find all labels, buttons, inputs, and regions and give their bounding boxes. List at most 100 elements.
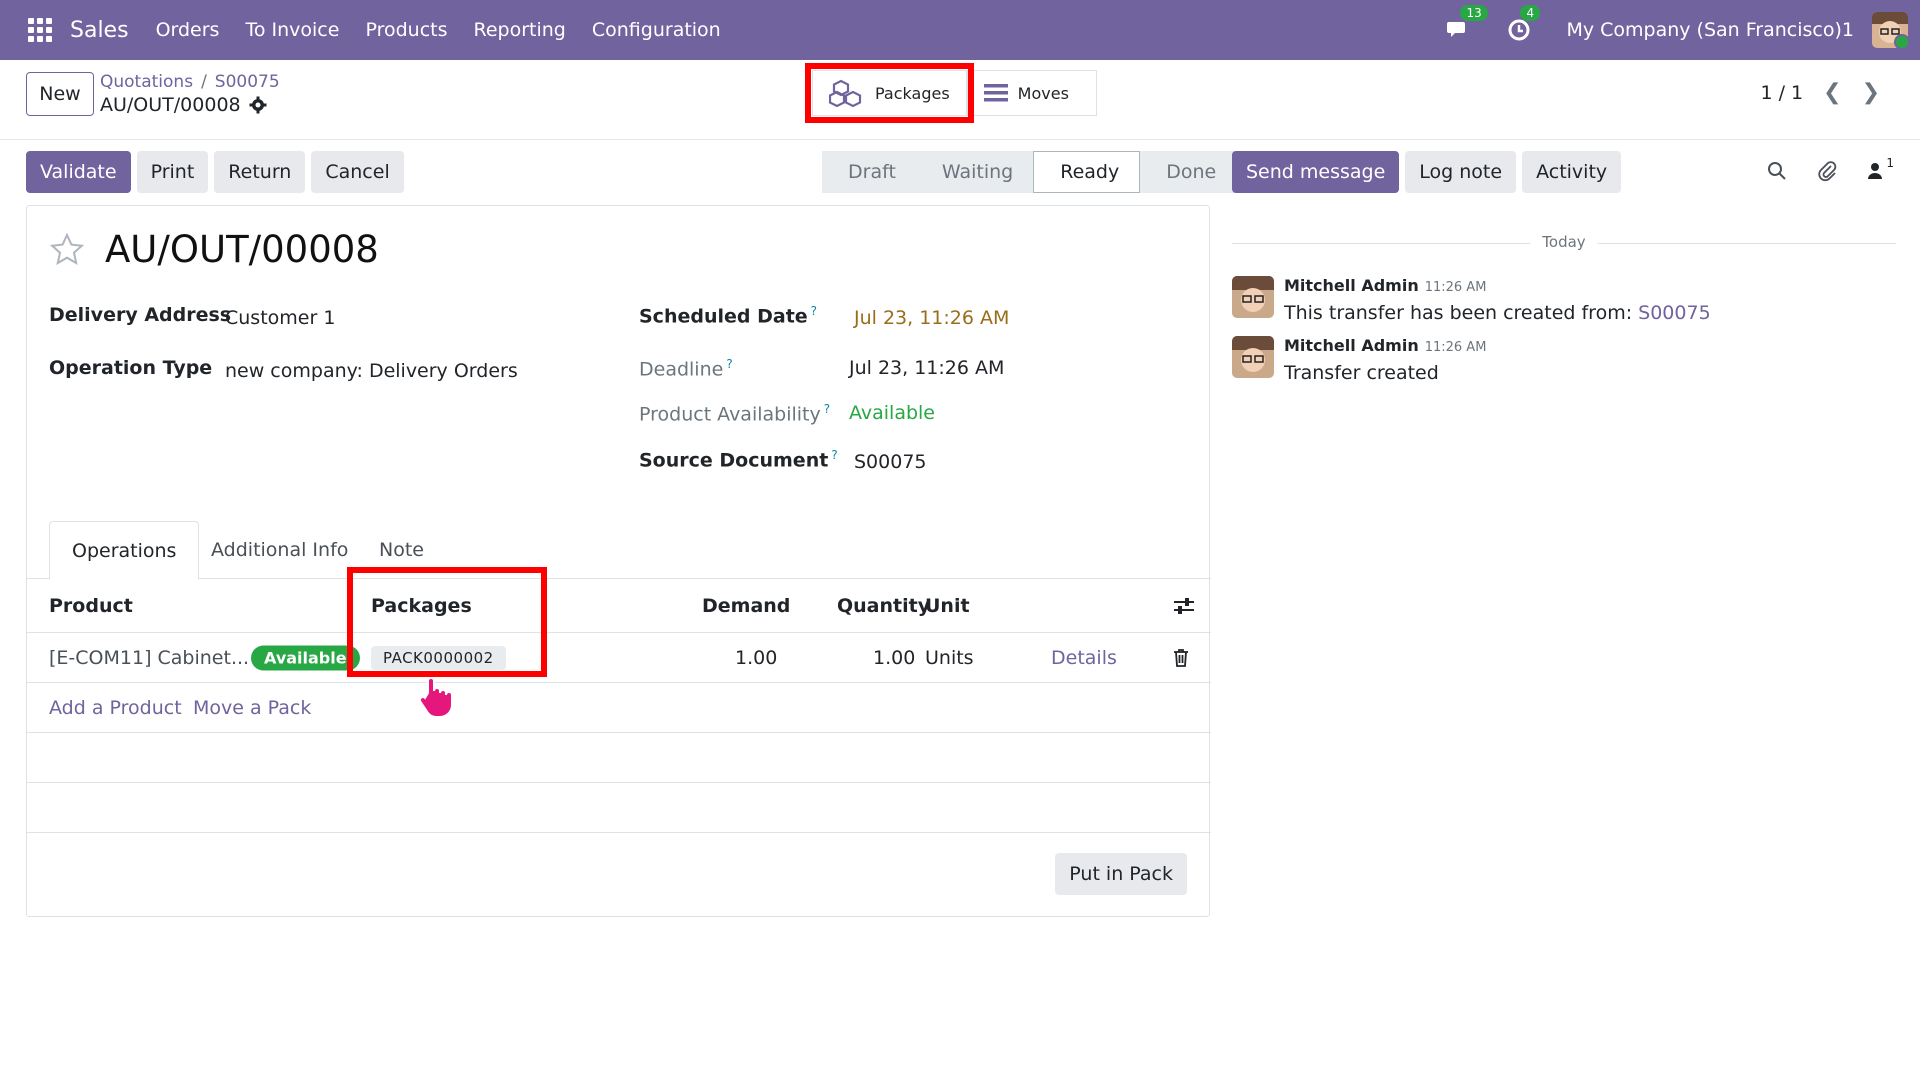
author-avatar[interactable] <box>1232 336 1274 378</box>
list-icon <box>983 84 1008 102</box>
return-button[interactable]: Return <box>214 151 306 193</box>
chatter-topbar-icons: 1 <box>1767 156 1894 182</box>
row-unit: Units <box>925 646 974 669</box>
app-name[interactable]: Sales <box>70 18 129 43</box>
status-bar: Draft Waiting Ready Done <box>822 151 1237 193</box>
chatter-message: Mitchell Admin 11:26 AM Transfer created <box>1232 336 1892 384</box>
breadcrumb-separator: / <box>201 72 207 92</box>
form-sheet: AU/OUT/00008 Delivery Address Customer 1… <box>26 205 1211 917</box>
apps-menu-icon[interactable] <box>28 18 52 42</box>
add-product-link[interactable]: Add a Product <box>49 697 182 719</box>
pager-value[interactable]: 1 / 1 <box>1760 82 1803 104</box>
record-title: AU/OUT/00008 <box>105 228 379 271</box>
company-switcher[interactable]: My Company (San Francisco)1 <box>1566 19 1854 41</box>
pager: 1 / 1 ❮ ❯ <box>1760 80 1880 105</box>
message-text: Transfer created <box>1284 362 1439 384</box>
row-product[interactable]: [E-COM11] Cabinet... <box>49 647 249 669</box>
menu-configuration[interactable]: Configuration <box>579 19 734 41</box>
chatter-message: Mitchell Admin 11:26 AM This transfer has… <box>1232 276 1892 324</box>
user-icon <box>1868 163 1883 179</box>
details-link[interactable]: Details <box>1051 647 1117 669</box>
menu-to-invoice[interactable]: To Invoice <box>232 19 352 41</box>
column-product[interactable]: Product <box>49 595 133 617</box>
moves-smart-button[interactable]: Moves <box>966 70 1097 116</box>
form-action-buttons: Validate Print Return Cancel <box>26 151 404 193</box>
author-face-icon <box>1232 276 1274 312</box>
operations-table-header: Product Packages Demand Quantity Unit <box>27 579 1211 633</box>
delivery-address-label: Delivery Address <box>49 304 232 326</box>
stage-ready[interactable]: Ready <box>1033 151 1141 193</box>
breadcrumb-sale-order[interactable]: S00075 <box>215 72 280 92</box>
notebook-tabs: Operations Additional Info Note <box>27 521 1211 580</box>
empty-table-row <box>27 733 1211 783</box>
packages-column-highlight <box>347 567 547 677</box>
menu-orders[interactable]: Orders <box>143 19 233 41</box>
moves-smart-button-label: Moves <box>1017 83 1069 103</box>
new-button[interactable]: New <box>26 72 94 116</box>
star-icon[interactable] <box>49 232 85 268</box>
smart-buttons: Packages Moves <box>805 63 1097 123</box>
column-demand[interactable]: Demand <box>702 595 790 617</box>
validate-button[interactable]: Validate <box>26 151 131 193</box>
table-row[interactable]: [E-COM11] Cabinet... Available PACK00000… <box>27 633 1211 683</box>
product-availability-value: Available <box>849 402 936 424</box>
delivery-address-value[interactable]: Customer 1 <box>225 307 335 329</box>
author-avatar[interactable] <box>1232 276 1274 318</box>
log-note-button[interactable]: Log note <box>1405 151 1517 193</box>
help-tooltip-icon[interactable]: ? <box>726 357 732 371</box>
control-panel: New Quotations / S00075 AU/OUT/00008 Packa… <box>0 60 1920 140</box>
date-separator-label: Today <box>1530 233 1598 251</box>
product-availability-label-text: Product Availability <box>639 403 821 426</box>
scheduled-date-label: Scheduled Date? <box>639 304 817 327</box>
row-quantity[interactable]: 1.00 <box>873 647 915 669</box>
print-button[interactable]: Print <box>136 151 209 193</box>
tab-additional-info[interactable]: Additional Info <box>189 521 370 579</box>
cancel-button[interactable]: Cancel <box>311 151 404 193</box>
messaging-button[interactable]: 13 <box>1446 5 1488 43</box>
message-time: 11:26 AM <box>1424 340 1487 355</box>
stage-waiting[interactable]: Waiting <box>915 151 1034 193</box>
message-author-name[interactable]: Mitchell Admin <box>1284 336 1419 355</box>
menu-products[interactable]: Products <box>352 19 460 41</box>
column-settings-icon[interactable] <box>1173 596 1195 616</box>
user-avatar[interactable] <box>1872 12 1908 48</box>
message-body: This transfer has been created from: S00… <box>1284 302 1711 324</box>
paperclip-icon[interactable] <box>1817 160 1837 182</box>
put-in-pack-button[interactable]: Put in Pack <box>1055 853 1187 895</box>
gear-icon[interactable] <box>249 96 267 114</box>
message-author: Mitchell Admin 11:26 AM <box>1284 336 1486 355</box>
send-message-button[interactable]: Send message <box>1232 151 1400 193</box>
message-time: 11:26 AM <box>1424 280 1487 295</box>
message-author-name[interactable]: Mitchell Admin <box>1284 276 1419 295</box>
stage-draft[interactable]: Draft <box>822 151 916 193</box>
date-separator: Today <box>1232 233 1896 253</box>
help-tooltip-icon[interactable]: ? <box>831 448 837 462</box>
menu-reporting[interactable]: Reporting <box>461 19 579 41</box>
activities-button[interactable]: 4 <box>1506 5 1541 43</box>
activity-button[interactable]: Activity <box>1522 151 1622 193</box>
stage-done[interactable]: Done <box>1140 151 1237 193</box>
availability-badge: Available <box>251 645 360 670</box>
pager-next-icon[interactable]: ❯ <box>1862 80 1880 105</box>
message-source-link[interactable]: S00075 <box>1638 302 1711 324</box>
packages-smart-button[interactable]: Packages <box>805 63 974 123</box>
activities-count-badge: 4 <box>1520 5 1541 21</box>
tab-operations[interactable]: Operations <box>49 521 200 580</box>
trash-icon[interactable] <box>1173 649 1189 667</box>
search-icon[interactable] <box>1767 161 1787 181</box>
column-quantity[interactable]: Quantity <box>837 595 930 617</box>
deadline-label-text: Deadline <box>639 358 724 381</box>
followers-button[interactable]: 1 <box>1867 156 1894 180</box>
source-document-value[interactable]: S00075 <box>854 451 927 473</box>
hand-cursor-icon <box>418 677 453 718</box>
help-tooltip-icon[interactable]: ? <box>811 304 817 318</box>
operation-type-value[interactable]: new company: Delivery Orders <box>225 360 518 382</box>
message-author: Mitchell Admin 11:26 AM <box>1284 276 1486 295</box>
pager-previous-icon[interactable]: ❮ <box>1823 80 1841 105</box>
column-unit[interactable]: Unit <box>925 595 970 617</box>
help-tooltip-icon[interactable]: ? <box>824 402 830 416</box>
row-demand: 1.00 <box>735 646 778 669</box>
scheduled-date-value[interactable]: Jul 23, 11:26 AM <box>854 307 1009 329</box>
breadcrumb-quotations[interactable]: Quotations <box>100 72 193 92</box>
move-pack-link[interactable]: Move a Pack <box>193 697 311 719</box>
